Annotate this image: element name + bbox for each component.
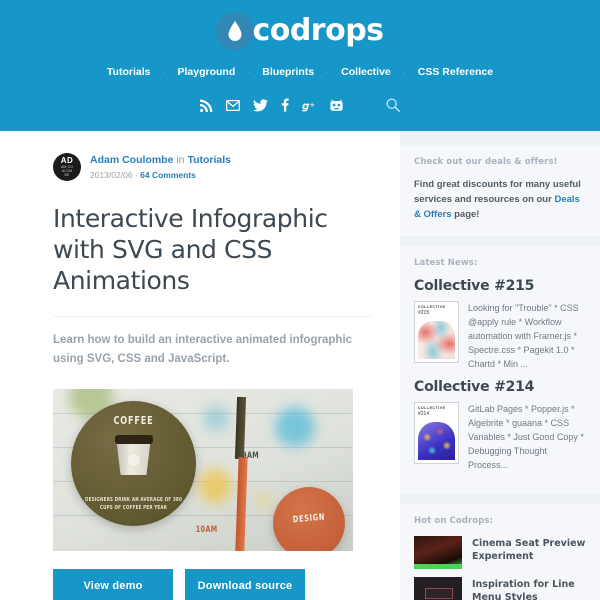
- infographic-blur-dot: [198, 469, 232, 503]
- site-header: codrops Tutorials · Playground · Bluepri…: [0, 0, 600, 131]
- collective-title[interactable]: Collective #214: [414, 379, 586, 395]
- site-logo-text: codrops: [252, 13, 384, 48]
- svg-text:g: g: [302, 100, 309, 112]
- collective-thumb-number: #214: [418, 411, 430, 417]
- byline: Adam Coulombe in Tutorials: [90, 153, 231, 167]
- collective-thumb-art: [418, 321, 455, 359]
- coffee-cup-icon: [114, 435, 153, 475]
- hot-thumbnail: [414, 536, 462, 569]
- latest-news-card: Latest News: Collective #215 COLLECTIVE …: [400, 246, 600, 494]
- collective-thumb-art: [418, 422, 455, 460]
- main-content: AD AM CO ULOM BE Adam Coulombe in Tutorial…: [0, 131, 400, 600]
- collective-description: GitLab Pages * Popper.js * Algebrite * g…: [468, 404, 584, 470]
- avatar: AD AM CO ULOM BE: [53, 153, 81, 181]
- social-links: g +: [0, 95, 600, 115]
- nav-item-css-reference[interactable]: CSS Reference: [416, 66, 495, 78]
- collective-thumbnail[interactable]: COLLECTIVE #215: [414, 301, 459, 363]
- page-title: Interactive Infographic with SVG and CSS…: [53, 204, 328, 295]
- deals-text-after: page!: [451, 209, 480, 220]
- collective-description: Looking for "Trouble" * CSS @apply rule …: [468, 303, 579, 369]
- twitter-icon[interactable]: [253, 98, 268, 112]
- infographic-time-10am: 10AM: [195, 525, 218, 535]
- author-link[interactable]: Adam Coulombe: [90, 154, 173, 166]
- collective-thumbnail[interactable]: COLLECTIVE #214: [414, 402, 459, 464]
- page-body: AD AM CO ULOM BE Adam Coulombe in Tutorial…: [0, 131, 600, 600]
- facebook-icon[interactable]: [281, 98, 289, 112]
- publish-date: 2013/02/06: [90, 170, 133, 180]
- collective-214: Collective #214 COLLECTIVE #214 GitLab P…: [414, 379, 586, 472]
- hot-thumbnail: [414, 577, 462, 600]
- hot-item-title[interactable]: Inspiration for Line Menu Styles: [472, 577, 586, 600]
- infographic-blur-dot: [203, 405, 229, 431]
- infographic-time-9am: 9AM: [241, 451, 259, 461]
- infographic-caption: DESIGNERS DRINK AN AVERAGE OF 380 CUPS O…: [85, 497, 182, 511]
- meta-separator: ·: [134, 170, 138, 180]
- category-link[interactable]: Tutorials: [187, 154, 231, 166]
- nav-item-collective[interactable]: Collective: [339, 66, 393, 78]
- cup-lid: [114, 435, 153, 444]
- site-logo[interactable]: codrops: [0, 0, 600, 50]
- avatar-subtext: AM CO ULOM BE: [60, 165, 74, 177]
- hot-kicker: Hot on Codrops:: [414, 516, 494, 526]
- svg-text:+: +: [309, 100, 315, 109]
- nav-item-blueprints[interactable]: Blueprints: [260, 66, 316, 78]
- deals-text: Find great discounts for many useful ser…: [414, 177, 586, 222]
- latest-news-kicker: Latest News:: [414, 258, 478, 268]
- hot-on-codrops-card: Hot on Codrops: Cinema Seat Preview Expe…: [400, 504, 600, 600]
- article-subline: 2013/02/06 · 64 Comments: [90, 170, 231, 180]
- main-navigation: Tutorials · Playground · Blueprints · Co…: [0, 62, 600, 82]
- email-icon[interactable]: [226, 99, 240, 112]
- infographic-blur-dot: [275, 407, 315, 447]
- cup-dot: [127, 454, 140, 466]
- byline-block: Adam Coulombe in Tutorials 2013/02/06 · …: [90, 153, 231, 180]
- infographic-coffee-label: COFFEE: [113, 414, 154, 427]
- featured-image[interactable]: COFFEE DESIGNERS DRINK AN AVERAGE OF 380…: [53, 389, 353, 551]
- collective-row: COLLECTIVE #215 Looking for "Trouble" * …: [414, 301, 586, 371]
- deals-card: Check out our deals & offers! Find great…: [400, 145, 600, 236]
- byline-in: in: [176, 154, 185, 166]
- nav-separator: ·: [247, 66, 251, 77]
- googleplus-icon[interactable]: g +: [302, 99, 317, 112]
- collective-row: COLLECTIVE #214 GitLab Pages * Popper.js…: [414, 402, 586, 472]
- nav-separator: ·: [402, 66, 406, 77]
- download-source-button[interactable]: Download source: [185, 569, 305, 600]
- article-meta: AD AM CO ULOM BE Adam Coulombe in Tutorial…: [53, 153, 372, 181]
- github-icon[interactable]: [330, 98, 343, 112]
- list-item[interactable]: Cinema Seat Preview Experiment: [414, 536, 586, 569]
- collective-title[interactable]: Collective #215: [414, 278, 586, 294]
- nav-item-playground[interactable]: Playground: [175, 66, 237, 78]
- nav-separator: ·: [162, 66, 166, 77]
- infographic-design-circle: DESIGN: [273, 487, 345, 551]
- hot-list: Cinema Seat Preview Experiment Inspirati…: [414, 536, 586, 600]
- infographic-design-label: DESIGN: [292, 512, 326, 526]
- view-demo-button[interactable]: View demo: [53, 569, 173, 600]
- nav-item-tutorials[interactable]: Tutorials: [105, 66, 153, 78]
- article-description: Learn how to build an interactive animat…: [53, 316, 372, 369]
- rss-icon[interactable]: [200, 99, 213, 112]
- sidebar: Check out our deals & offers! Find great…: [400, 131, 600, 600]
- collective-215: Collective #215 COLLECTIVE #215 Looking …: [414, 278, 586, 371]
- collective-thumb-number: #215: [418, 310, 430, 316]
- comments-link[interactable]: 64 Comments: [140, 170, 196, 180]
- avatar-initials: AD: [60, 156, 74, 165]
- infographic-coffee-circle: COFFEE DESIGNERS DRINK AN AVERAGE OF 380…: [71, 401, 196, 526]
- deals-kicker: Check out our deals & offers!: [414, 157, 558, 167]
- search-icon[interactable]: [386, 98, 400, 112]
- hot-item-title[interactable]: Cinema Seat Preview Experiment: [472, 536, 586, 563]
- nav-separator: ·: [326, 66, 330, 77]
- action-buttons: View demo Download source: [53, 569, 372, 600]
- infographic-blur-dot: [256, 493, 272, 509]
- list-item[interactable]: Inspiration for Line Menu Styles: [414, 577, 586, 600]
